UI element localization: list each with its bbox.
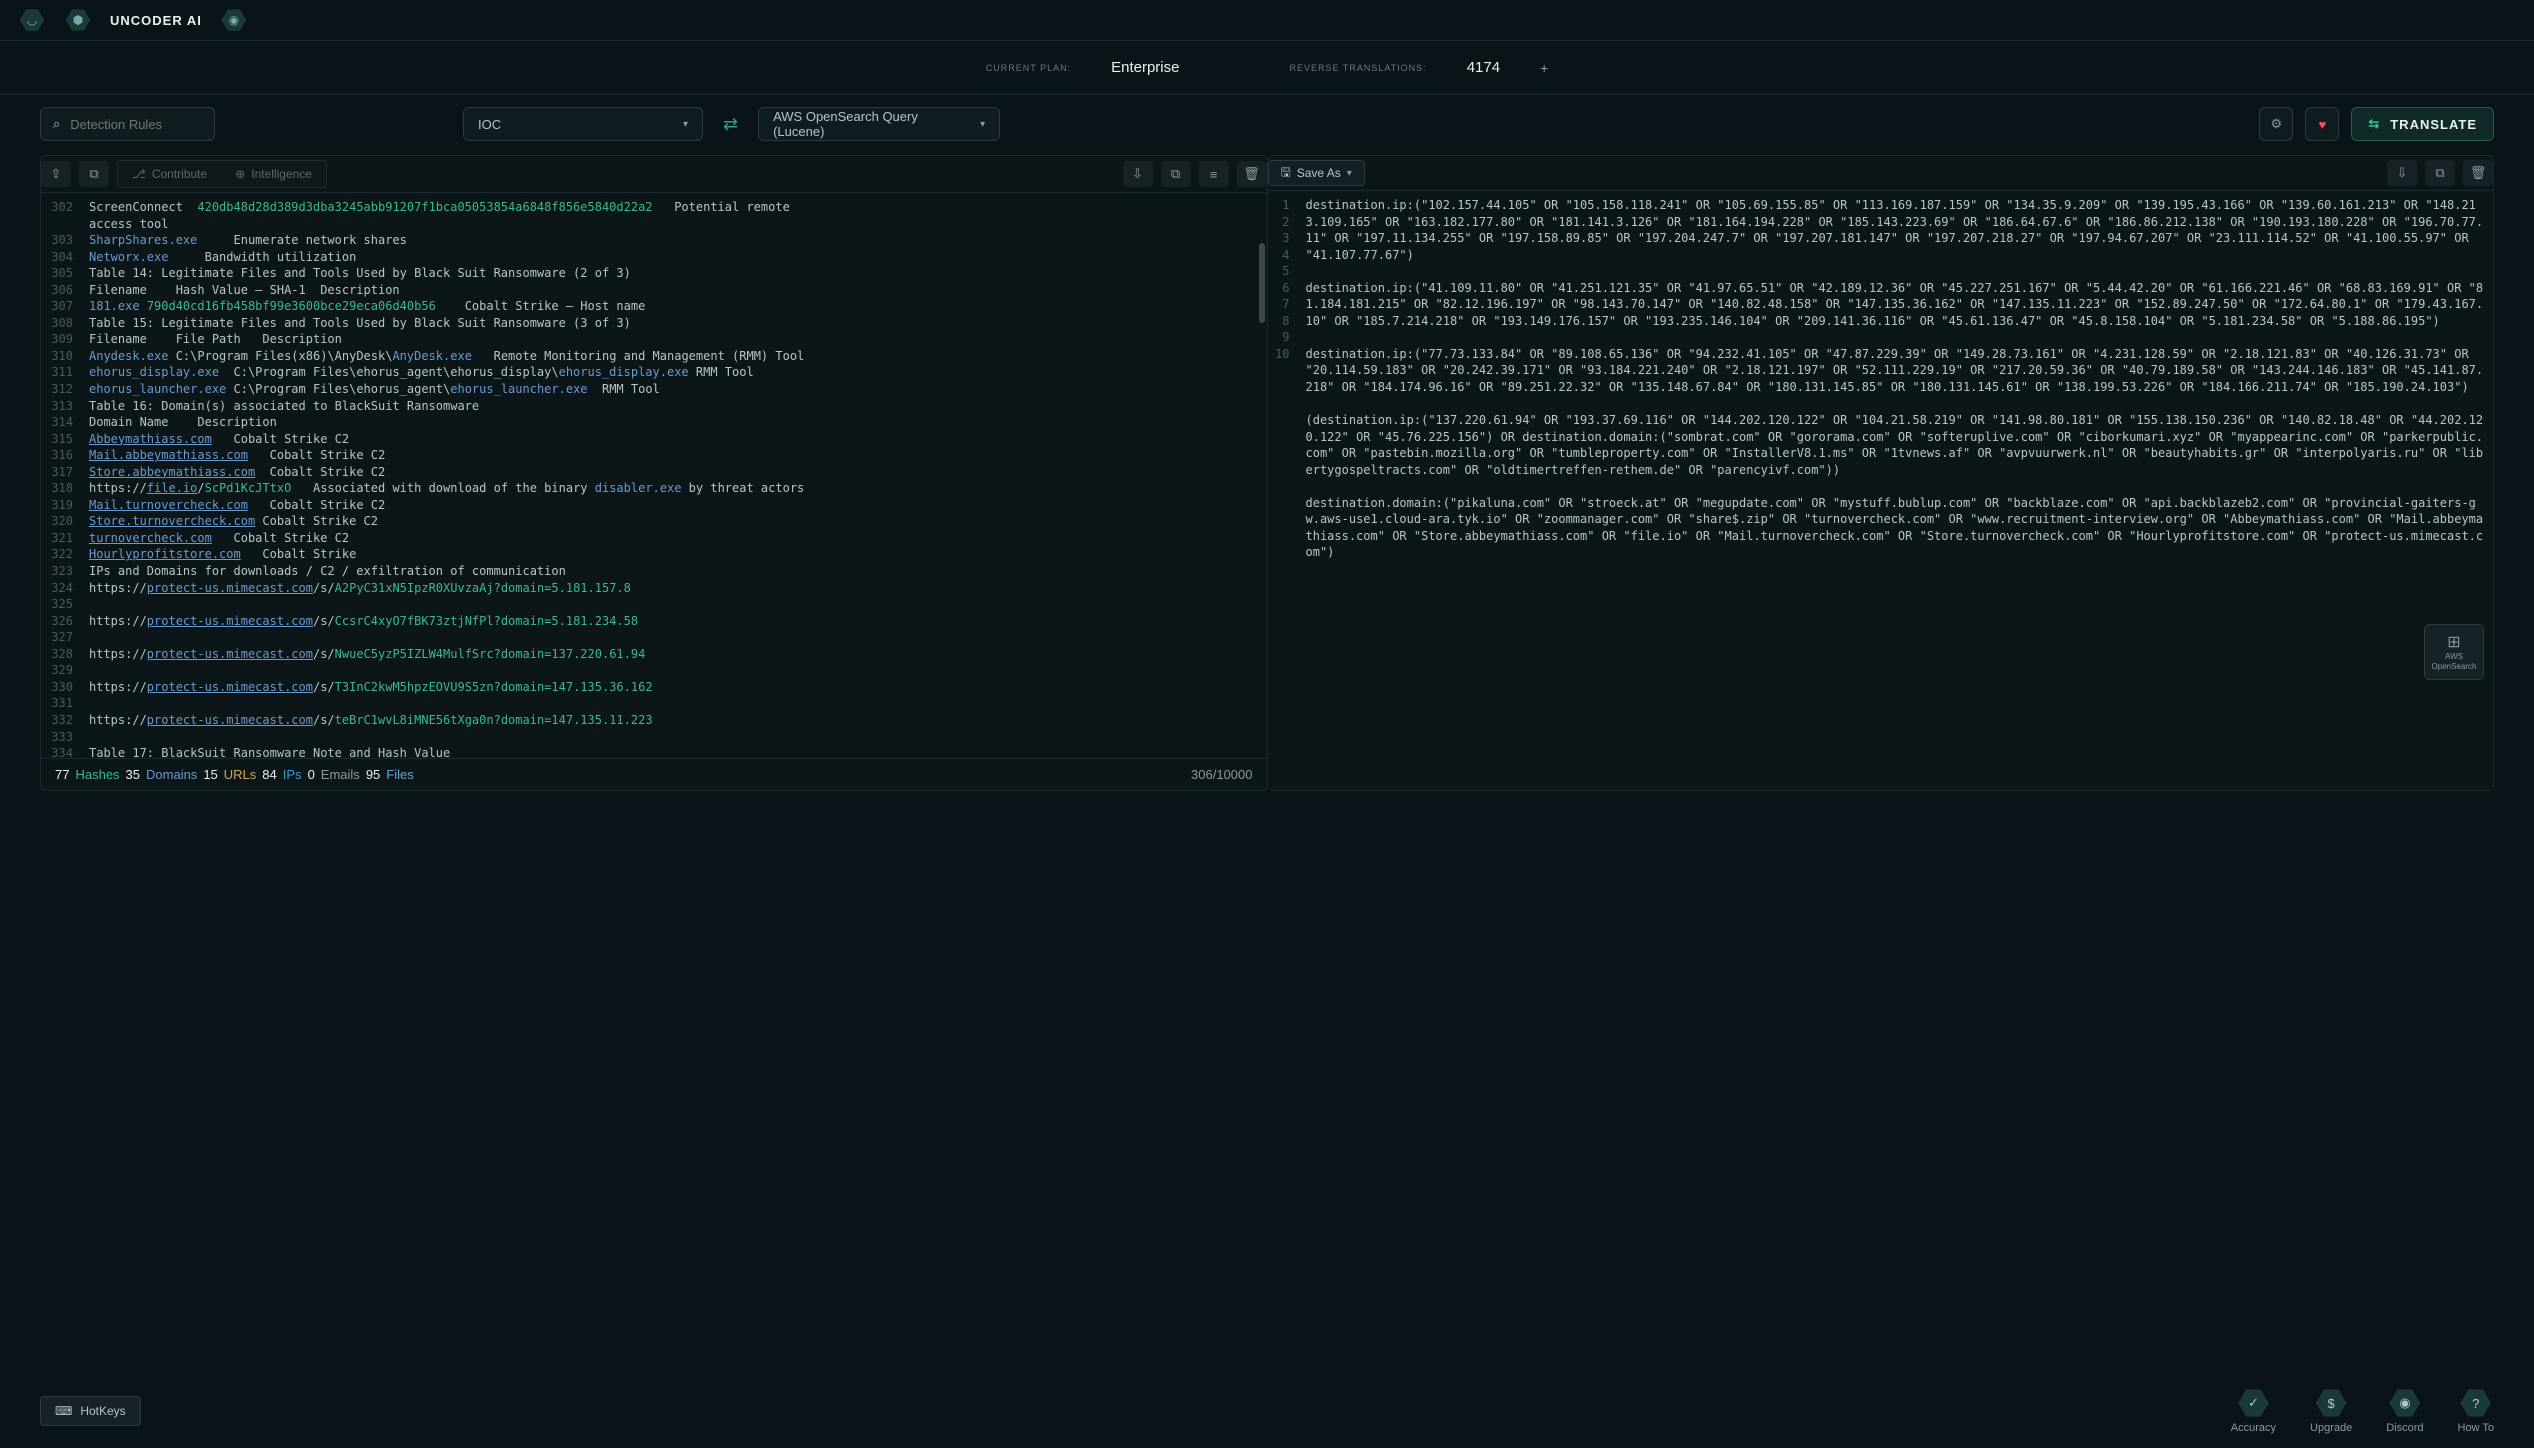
hotkeys-button[interactable]: ⌨ HotKeys bbox=[40, 1396, 141, 1426]
accuracy-button[interactable]: ✓Accuracy bbox=[2231, 1388, 2276, 1434]
save-as-button[interactable]: 🖫 Save As ▾ bbox=[1268, 160, 1365, 186]
download-button[interactable]: ⇩ bbox=[1123, 161, 1153, 187]
translate-label: TRANSLATE bbox=[2390, 117, 2477, 132]
plan-bar: Current Plan: Enterprise Reverse Transla… bbox=[0, 41, 2534, 95]
left-editor[interactable]: 302 303304305306307308309310311312313314… bbox=[41, 193, 1267, 758]
delete-button[interactable]: 🗑 bbox=[2463, 160, 2493, 186]
reverse-label: Reverse Translations: bbox=[1289, 63, 1426, 73]
target-dropdown[interactable]: AWS OpenSearch Query (Lucene) ▾ bbox=[758, 107, 1000, 141]
bottom-bar: ⌨ HotKeys ✓Accuracy $Upgrade ◉Discord ?How … bbox=[40, 1388, 2494, 1434]
top-bar: ◡ ⬢ UNCODER AI ◉ bbox=[0, 0, 2534, 41]
brand-name: UNCODER AI bbox=[110, 13, 202, 28]
urls-label[interactable]: URLs bbox=[224, 767, 257, 782]
reverse-value: 4174 bbox=[1467, 59, 1500, 76]
files-label[interactable]: Files bbox=[386, 767, 413, 782]
right-tabs: 🖫 Save As ▾ ⇩ ⧉ 🗑 bbox=[1268, 156, 2494, 191]
search-input[interactable] bbox=[70, 117, 246, 132]
add-button[interactable]: + bbox=[1540, 60, 1548, 76]
controls-row: ⌕ IOC ▾ ⇄ AWS OpenSearch Query (Lucene) … bbox=[40, 107, 2494, 141]
gear-icon: ⚙ bbox=[2271, 116, 2283, 132]
right-panel: 🖫 Save As ▾ ⇩ ⧉ 🗑 12345678910 destinatio… bbox=[1267, 155, 2495, 791]
search-box[interactable]: ⌕ bbox=[40, 107, 215, 141]
copy-button[interactable]: ⧉ bbox=[1161, 161, 1191, 187]
discord-button[interactable]: ◉Discord bbox=[2386, 1388, 2423, 1434]
line-gutter: 12345678910 bbox=[1268, 191, 1298, 790]
copy-icon: ⧉ bbox=[2435, 165, 2444, 181]
plan-label: Current Plan: bbox=[986, 63, 1071, 73]
branch-icon: ⎇ bbox=[132, 167, 146, 181]
save-icon: 🖫 bbox=[1281, 163, 1291, 184]
left-panel: ⇪ ⧉ ⎇Contribute ⊕Intelligence ⇩ ⧉ ≡ 🗑 30… bbox=[40, 155, 1268, 791]
filter-icon: ≡ bbox=[1210, 167, 1218, 182]
source-dropdown-label: IOC bbox=[478, 117, 501, 132]
favorite-button[interactable]: ♥ bbox=[2305, 107, 2339, 141]
emails-label[interactable]: Emails bbox=[321, 767, 360, 782]
globe-icon: ⊕ bbox=[235, 167, 245, 181]
download-button[interactable]: ⇩ bbox=[2387, 160, 2417, 186]
search-icon: ⌕ bbox=[53, 116, 60, 132]
copy-icon: ⧉ bbox=[1171, 166, 1180, 182]
layers-icon: ⧉ bbox=[89, 166, 98, 182]
line-gutter: 302 303304305306307308309310311312313314… bbox=[41, 193, 81, 758]
how-to-button[interactable]: ?How To bbox=[2458, 1388, 2494, 1434]
upgrade-button[interactable]: $Upgrade bbox=[2310, 1388, 2352, 1434]
settings-button[interactable]: ⚙ bbox=[2259, 107, 2293, 141]
scan-icon: ⊞ bbox=[2447, 633, 2460, 652]
scrollbar[interactable] bbox=[1259, 243, 1265, 323]
swap-icon[interactable]: ⇄ bbox=[723, 114, 738, 135]
intelligence-tab[interactable]: ⊕Intelligence bbox=[221, 161, 326, 187]
ips-label[interactable]: IPs bbox=[283, 767, 302, 782]
aws-opensearch-badge[interactable]: ⊞ AWS OpenSearch bbox=[2424, 624, 2484, 680]
code-content: destination.ip:("102.157.44.105" OR "105… bbox=[1298, 191, 2494, 790]
download-icon: ⇩ bbox=[1132, 166, 1143, 182]
trash-icon: 🗑 bbox=[1243, 166, 1260, 182]
keyboard-icon: ⌨ bbox=[55, 1404, 72, 1418]
trash-icon: 🗑 bbox=[2470, 165, 2487, 181]
source-dropdown[interactable]: IOC ▾ bbox=[463, 107, 703, 141]
filter-button[interactable]: ≡ bbox=[1199, 161, 1229, 187]
char-counter: 306/10000 bbox=[1191, 767, 1252, 782]
hashes-label[interactable]: Hashes bbox=[75, 767, 119, 782]
left-tabs: ⇪ ⧉ ⎇Contribute ⊕Intelligence ⇩ ⧉ ≡ 🗑 bbox=[41, 156, 1267, 193]
download-icon: ⇩ bbox=[2397, 165, 2408, 181]
avatar-icon[interactable]: ◡ bbox=[18, 6, 46, 34]
brand-icon[interactable]: ⬢ bbox=[64, 6, 92, 34]
domains-label[interactable]: Domains bbox=[146, 767, 197, 782]
status-bar: 77 Hashes 35 Domains 15 URLs 84 IPs 0 Em… bbox=[41, 758, 1267, 790]
upload-button[interactable]: ⇪ bbox=[41, 161, 71, 187]
robot-icon[interactable]: ◉ bbox=[220, 6, 248, 34]
chevron-down-icon: ▾ bbox=[1347, 168, 1352, 179]
delete-button[interactable]: 🗑 bbox=[1237, 161, 1267, 187]
plan-value: Enterprise bbox=[1111, 59, 1179, 76]
contribute-tab[interactable]: ⎇Contribute bbox=[118, 161, 221, 187]
target-dropdown-label: AWS OpenSearch Query (Lucene) bbox=[773, 109, 960, 139]
right-editor[interactable]: 12345678910 destination.ip:("102.157.44.… bbox=[1268, 191, 2494, 790]
heart-icon: ♥ bbox=[2318, 117, 2326, 132]
translate-button[interactable]: ⇆ TRANSLATE bbox=[2351, 107, 2494, 141]
layers-button[interactable]: ⧉ bbox=[79, 161, 109, 187]
upload-icon: ⇪ bbox=[51, 166, 62, 182]
translate-icon: ⇆ bbox=[2368, 116, 2380, 132]
copy-button[interactable]: ⧉ bbox=[2425, 160, 2455, 186]
chevron-down-icon: ▾ bbox=[980, 119, 985, 130]
code-content: ScreenConnect 420db48d28d389d3dba3245abb… bbox=[81, 193, 1267, 758]
chevron-down-icon: ▾ bbox=[683, 119, 688, 130]
